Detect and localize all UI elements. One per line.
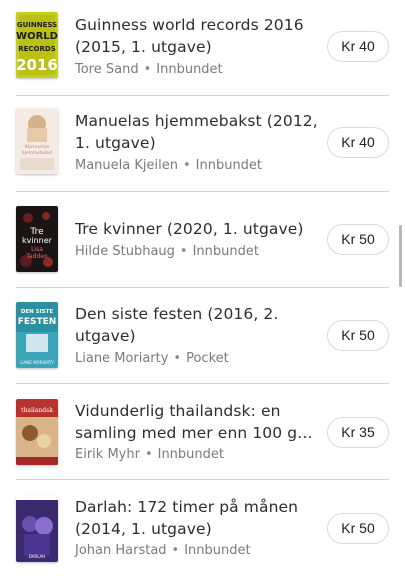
separator-dot: • [171, 543, 180, 558]
price-button[interactable]: Kr 35 [327, 417, 389, 448]
separator-dot: • [182, 158, 191, 173]
cover-text: WORLD [16, 31, 58, 42]
book-title-line-2: (2014, 1. utgave) [75, 520, 212, 538]
book-cover-image[interactable]: DARLAH [16, 496, 58, 562]
book-title[interactable]: Den siste festen (2016, 2. utgave) [75, 303, 320, 347]
price-button[interactable]: Kr 50 [327, 320, 389, 351]
list-item-book-1[interactable]: GUINNESS WORLD RECORDS 2016 Guinness wor… [0, 0, 405, 96]
book-format: Innbundet [157, 447, 224, 462]
book-title[interactable]: Darlah: 172 timer på månen (2014, 1. utg… [75, 496, 320, 540]
book-title[interactable]: Manuelas hjemmebakst (2012, 1. utgave) [75, 110, 320, 154]
book-title-line-1: Darlah: 172 timer på månen [75, 498, 299, 516]
book-cover-image[interactable]: DEN SISTE FESTEN LIANE MORIARTY [16, 302, 58, 368]
book-title-line-1: Tre kvinner (2020, 1. utgave) [75, 220, 304, 238]
cover-text: DARLAH [29, 554, 46, 559]
book-title-line-2: utgave) [75, 327, 136, 345]
book-cover-image[interactable]: GUINNESS WORLD RECORDS 2016 [16, 12, 58, 78]
book-title-line-1: Vidunderlig thailandsk: en [75, 402, 281, 420]
book-meta: Johan Harstad • Innbundet [75, 542, 251, 560]
book-title[interactable]: Guinness world records 2016 (2015, 1. ut… [75, 14, 320, 58]
book-title-line-2: 1. utgave) [75, 134, 156, 152]
book-format: Pocket [186, 351, 229, 366]
book-title-line-1: Guinness world records 2016 [75, 16, 304, 34]
cover-text: thailandsk [21, 407, 53, 414]
cover-text: 2016 [16, 56, 58, 74]
book-title-line-1: Manuelas hjemmebakst (2012, [75, 112, 318, 130]
book-author: Eirik Myhr [75, 447, 140, 462]
book-title[interactable]: Tre kvinner (2020, 1. utgave) [75, 218, 320, 240]
book-meta: Tore Sand • Innbundet [75, 61, 223, 79]
separator-dot: • [143, 62, 152, 77]
book-format: Innbundet [195, 158, 263, 173]
price-button[interactable]: Kr 40 [327, 31, 389, 62]
cover-text: Lisa [31, 246, 43, 253]
cover-text: kvinner [22, 236, 53, 245]
list-item-book-4[interactable]: DEN SISTE FESTEN LIANE MORIARTY Den sist… [0, 288, 405, 384]
price-button[interactable]: Kr 40 [327, 127, 389, 158]
book-author: Liane Moriarty [75, 351, 169, 366]
cover-text: GUINNESS [17, 21, 57, 29]
book-format: Innbundet [192, 244, 259, 259]
list-item-book-3[interactable]: Tre kvinner Lisa Taddeo Tre kvinner (202… [0, 192, 405, 288]
list-item-book-5[interactable]: thailandsk Vidunderlig thailandsk: en sa… [0, 384, 405, 480]
book-format: Innbundet [156, 62, 223, 77]
price-button[interactable]: Kr 50 [327, 513, 389, 544]
book-meta: Eirik Myhr • Innbundet [75, 446, 224, 464]
book-title-line-2: samling med mer enn 100 gr... [75, 424, 315, 442]
cover-text: Taddeo [25, 253, 48, 260]
book-author: Johan Harstad [75, 543, 167, 558]
cover-text: hjemmebakst [22, 150, 53, 156]
scrollbar[interactable] [399, 225, 402, 287]
list-item-book-6[interactable]: DARLAH Darlah: 172 timer på månen (2014,… [0, 480, 405, 576]
cover-text: Manuelas [24, 144, 50, 150]
separator-dot: • [173, 351, 182, 366]
book-author: Hilde Stubhaug [75, 244, 175, 259]
book-cover-image[interactable]: Manuelas hjemmebakst [16, 108, 58, 174]
separator-dot: • [144, 447, 153, 462]
book-author: Manuela Kjeilen [75, 158, 178, 173]
list-item-book-2[interactable]: Manuelas hjemmebakst Manuelas hjemmebaks… [0, 96, 405, 192]
separator-dot: • [179, 244, 188, 259]
cover-text: FESTEN [18, 317, 57, 327]
price-button[interactable]: Kr 50 [327, 224, 389, 255]
book-title-line-1: Den siste festen (2016, 2. [75, 305, 279, 323]
cover-text: RECORDS [18, 45, 56, 53]
book-title-line-2: (2015, 1. utgave) [75, 38, 212, 56]
book-meta: Hilde Stubhaug • Innbundet [75, 243, 259, 261]
book-meta: Manuela Kjeilen • Innbundet [75, 157, 262, 175]
book-format: Innbundet [184, 543, 251, 558]
cover-text: LIANE MORIARTY [20, 360, 54, 365]
cover-text: DEN SISTE [21, 309, 54, 315]
book-title[interactable]: Vidunderlig thailandsk: en samling med m… [75, 400, 320, 444]
book-meta: Liane Moriarty • Pocket [75, 350, 229, 368]
book-author: Tore Sand [75, 62, 139, 77]
book-cover-image[interactable]: Tre kvinner Lisa Taddeo [16, 206, 58, 272]
book-cover-image[interactable]: thailandsk [16, 399, 58, 465]
